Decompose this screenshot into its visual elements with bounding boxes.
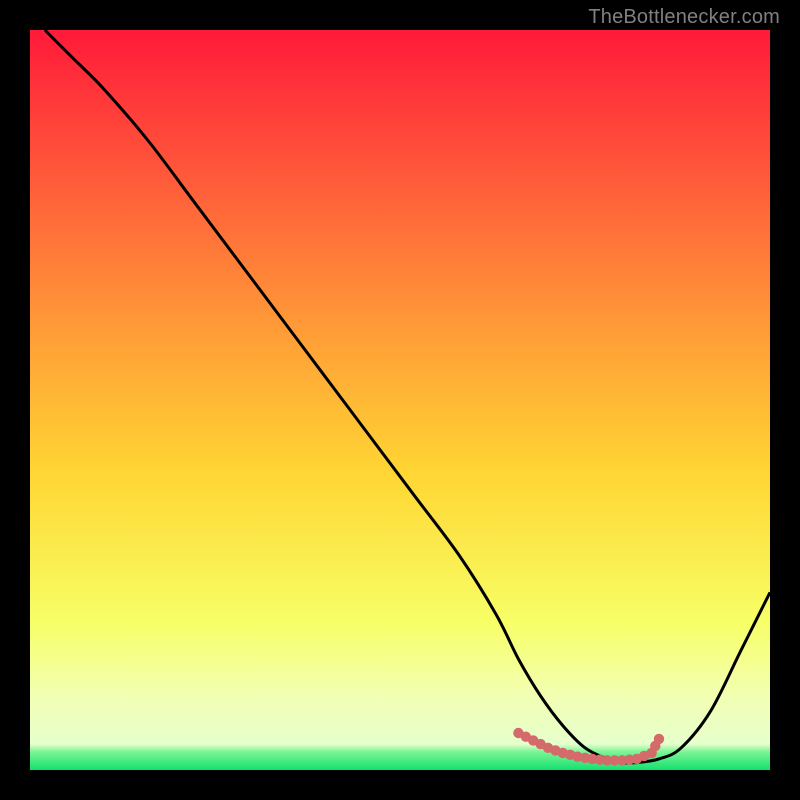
attribution-text: TheBottlenecker.com [588,6,780,29]
chart-frame: TheBottlenecker.com [0,0,800,800]
bottleneck-chart [30,30,770,770]
gradient-background [30,30,770,770]
plot-area [30,30,770,770]
optimal-dot [654,734,664,744]
